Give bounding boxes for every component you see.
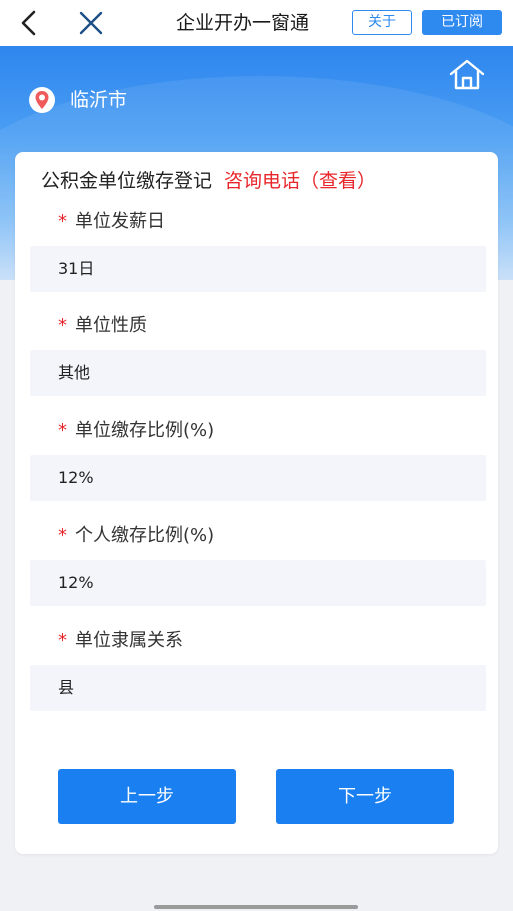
affiliation-select[interactable]: 县 <box>30 665 486 711</box>
field-label: * 单位性质 <box>58 314 147 338</box>
hotline-link[interactable]: 咨询电话（查看） <box>224 170 376 192</box>
unit-ratio-input[interactable]: 12% <box>30 455 486 501</box>
field-label: * 单位发薪日 <box>58 210 165 234</box>
unit-nature-select[interactable]: 其他 <box>30 350 486 396</box>
close-button[interactable] <box>74 6 108 40</box>
field-label-text: 单位缴存比例(%) <box>75 420 215 441</box>
about-button[interactable]: 关于 <box>352 10 412 35</box>
city-label: 临沂市 <box>70 89 128 111</box>
required-mark: * <box>58 211 67 232</box>
field-label: * 个人缴存比例(%) <box>58 524 214 548</box>
back-button[interactable] <box>12 6 46 40</box>
home-button[interactable] <box>448 58 486 92</box>
top-nav-bar: 企业开办一窗通 关于 已订阅 <box>0 0 513 46</box>
page-title: 企业开办一窗通 <box>176 12 310 34</box>
home-indicator <box>154 905 358 909</box>
location-selector[interactable]: 临沂市 <box>28 86 127 114</box>
close-icon <box>79 11 103 35</box>
form-title: 公积金单位缴存登记 <box>41 170 213 192</box>
required-mark: * <box>58 630 67 651</box>
field-label-text: 个人缴存比例(%) <box>75 525 215 546</box>
required-mark: * <box>58 420 67 441</box>
field-label-text: 单位发薪日 <box>75 211 165 232</box>
prev-step-button[interactable]: 上一步 <box>58 769 236 824</box>
personal-ratio-input[interactable]: 12% <box>30 560 486 606</box>
chevron-left-icon <box>21 10 36 36</box>
field-label-text: 单位性质 <box>75 315 147 336</box>
form-header: 公积金单位缴存登记 咨询电话（查看） <box>41 168 376 194</box>
required-mark: * <box>58 525 67 546</box>
home-icon <box>449 59 485 90</box>
field-label: * 单位缴存比例(%) <box>58 419 214 443</box>
form-card: 公积金单位缴存登记 咨询电话（查看） * 单位发薪日 31日 * 单位性质 其他 * 单… <box>15 152 498 854</box>
payday-select[interactable]: 31日 <box>30 246 486 292</box>
next-step-button[interactable]: 下一步 <box>276 769 454 824</box>
field-label-text: 单位隶属关系 <box>75 630 183 651</box>
location-pin-icon <box>29 87 55 113</box>
field-label: * 单位隶属关系 <box>58 629 183 653</box>
required-mark: * <box>58 315 67 336</box>
subscribed-button[interactable]: 已订阅 <box>422 10 502 35</box>
